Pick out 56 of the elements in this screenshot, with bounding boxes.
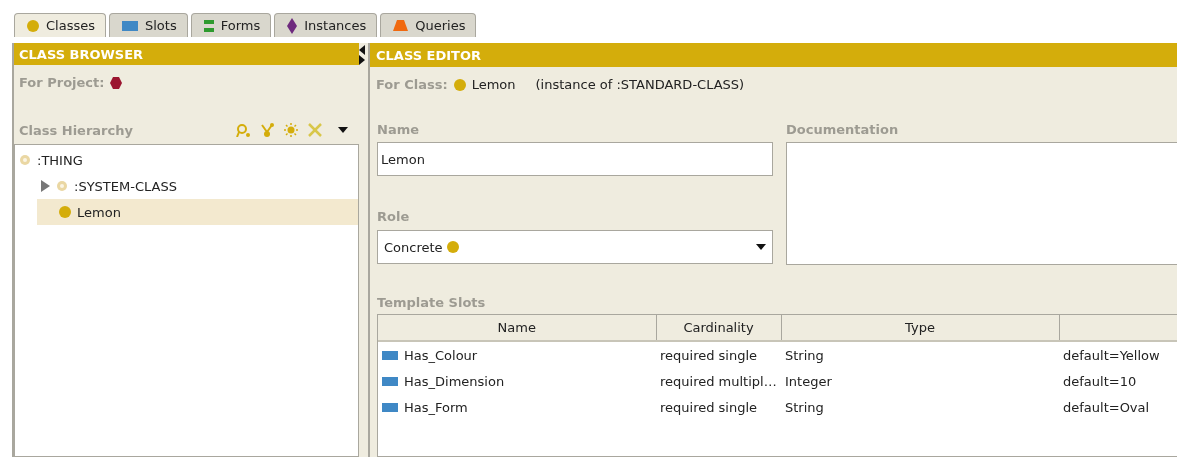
expand-arrow-icon bbox=[41, 180, 50, 192]
hexagon-icon bbox=[110, 76, 123, 89]
table-cell: String bbox=[785, 399, 824, 415]
caret-icon[interactable] bbox=[338, 127, 348, 133]
table-cell: required single bbox=[660, 399, 758, 415]
class-icon bbox=[19, 154, 31, 166]
class-icon bbox=[56, 180, 68, 192]
instance-of-text: (instance of :STANDARD-CLASS) bbox=[535, 77, 745, 92]
documentation-field[interactable] bbox=[786, 142, 1177, 265]
section-label: Template Slots bbox=[377, 295, 487, 310]
role-dropdown[interactable]: Concrete bbox=[377, 230, 773, 264]
class-name: Lemon bbox=[471, 77, 516, 92]
column-header[interactable] bbox=[1059, 315, 1177, 341]
field-label: Documentation bbox=[786, 122, 900, 137]
slot-icon bbox=[382, 376, 398, 386]
tree-item[interactable]: :SYSTEM-CLASS bbox=[37, 173, 358, 199]
table-cell: required single bbox=[660, 347, 758, 363]
column-header[interactable]: Cardinality bbox=[656, 315, 781, 341]
expand-arrow-icon[interactable] bbox=[359, 55, 365, 65]
table-cell: Has_Dimension bbox=[404, 373, 505, 389]
section-label: Class Hierarchy bbox=[19, 122, 133, 138]
table-cell: default=Yellow bbox=[1063, 347, 1160, 363]
panel-header: CLASS EDITOR bbox=[370, 43, 1177, 67]
field-label: Role bbox=[377, 209, 411, 225]
branch-icon[interactable] bbox=[260, 123, 274, 137]
table-cell: Integer bbox=[785, 373, 832, 389]
field-label: Name bbox=[377, 122, 420, 137]
column-header[interactable]: Name bbox=[378, 315, 656, 341]
table-cell: required multipl… bbox=[660, 373, 777, 389]
tab[interactable]: Instances bbox=[274, 13, 378, 37]
collapse-arrow-icon[interactable] bbox=[359, 45, 365, 55]
tab[interactable]: Slots bbox=[109, 13, 188, 37]
table-cell: Has_Colour bbox=[404, 347, 478, 363]
caret-icon bbox=[756, 244, 766, 250]
name-field[interactable]: Lemon bbox=[377, 142, 773, 176]
search-icon[interactable] bbox=[236, 123, 250, 137]
column-header[interactable]: Type bbox=[781, 315, 1059, 341]
tab[interactable]: Classes bbox=[14, 13, 106, 37]
tab[interactable]: Forms bbox=[190, 13, 272, 37]
class-icon bbox=[453, 78, 466, 91]
slot-icon bbox=[382, 350, 398, 360]
sun-icon[interactable] bbox=[284, 123, 298, 137]
slot-icon bbox=[382, 402, 398, 412]
class-label: For Class: bbox=[376, 77, 448, 92]
table-cell: default=Oval bbox=[1063, 399, 1150, 415]
class-icon bbox=[446, 241, 459, 253]
project-label: For Project: bbox=[19, 75, 105, 90]
table-cell: Has_Form bbox=[404, 399, 468, 415]
tab[interactable]: Queries bbox=[380, 13, 477, 37]
tree-item[interactable]: Lemon bbox=[37, 199, 358, 225]
delete-icon[interactable] bbox=[308, 123, 322, 137]
table-cell: String bbox=[785, 347, 824, 363]
table-cell: default=10 bbox=[1063, 373, 1137, 389]
tree-item[interactable]: :THING bbox=[15, 147, 358, 173]
panel-header: CLASS BROWSER bbox=[14, 43, 359, 65]
class-icon bbox=[59, 206, 71, 218]
